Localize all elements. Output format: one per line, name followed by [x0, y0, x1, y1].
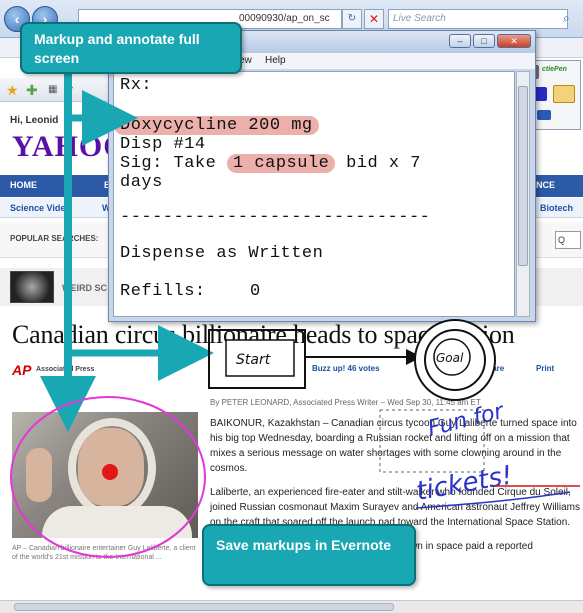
weird-science-thumbnail[interactable]: [10, 271, 54, 303]
tabs-icon[interactable]: ▦: [48, 84, 57, 95]
article-headline: Canadian circus billionaire heads to spa…: [12, 320, 515, 349]
nav-home[interactable]: HOME: [10, 180, 37, 190]
yahoo-search-input[interactable]: Q: [555, 231, 581, 249]
popular-searches-label: POPULAR SEARCHES:: [10, 234, 99, 243]
weird-science-label[interactable]: WEIRD SC: [62, 283, 107, 293]
pen-brand-label: ctiePen: [542, 66, 567, 73]
rx-drug-line: Doxycycline 200 mg: [114, 116, 319, 135]
tab-list-icon[interactable]: ▾: [68, 84, 73, 95]
eraser-icon[interactable]: [553, 85, 575, 103]
rx-dispense-line: Dispense as Written: [120, 244, 324, 263]
close-icon[interactable]: ✕: [497, 34, 531, 48]
menu-help[interactable]: Help: [265, 55, 286, 66]
sig-highlight: 1 capsule: [227, 154, 336, 173]
greeting-text: Hi, Leonid: [10, 115, 59, 126]
maximize-icon[interactable]: □: [473, 34, 495, 48]
ap-source-label: Associated Press: [36, 366, 95, 373]
callout-markup: Markup and annotate full screen: [20, 22, 242, 74]
goal-label: Goal: [436, 351, 464, 365]
rx-sig-line2: days: [120, 173, 163, 192]
photo-caption: AP – Canadian billionaire entertainer Gu…: [12, 545, 196, 561]
share-button[interactable]: Share: [482, 364, 504, 373]
browser-toolbar: ★ ✚ ▦ ▾: [0, 78, 120, 102]
line-heavy-icon[interactable]: [537, 110, 551, 120]
rx-sig-line: Sig: Take 1 capsule bid x 7: [120, 154, 421, 173]
rx-divider: -----------------------------: [120, 208, 431, 227]
sig-suffix: bid x 7: [346, 154, 421, 173]
minimize-icon[interactable]: –: [449, 34, 471, 48]
article-photo[interactable]: [12, 412, 198, 538]
article-paragraph: BAIKONUR, Kazakhstan – Canadian circus t…: [210, 418, 577, 474]
rx-refills-value: 0: [250, 282, 261, 301]
rx-label: Rx:: [120, 76, 153, 95]
nav-science[interactable]: NCE: [536, 180, 555, 190]
rx-vertical-scrollbar[interactable]: [516, 71, 530, 317]
stop-icon[interactable]: ✕: [364, 9, 384, 29]
sub-nav-biotech[interactable]: Biotech: [540, 203, 573, 213]
clown-nose-shape: [102, 464, 118, 480]
spacesuit-shape: [42, 506, 192, 538]
favorites-star-icon[interactable]: ★: [6, 82, 19, 99]
refresh-icon[interactable]: ↻: [342, 9, 362, 29]
rx-scrollbar-thumb[interactable]: [518, 86, 528, 266]
start-label: Start: [236, 352, 271, 368]
sig-prefix: Sig: Take: [120, 154, 217, 173]
print-button[interactable]: Print: [536, 364, 554, 373]
scrollbar-thumb[interactable]: [14, 603, 394, 611]
rx-text-area[interactable]: Rx: Doxycycline 200 mg Disp #14 Sig: Tak…: [113, 71, 515, 317]
rx-refills-label: Refills:: [120, 282, 206, 301]
drug-highlight: Doxycycline 200 mg: [114, 116, 319, 135]
nav-u[interactable]: U: [66, 180, 73, 190]
buzz-up-button[interactable]: Buzz up! 46 votes: [312, 364, 380, 373]
article-byline: By PETER LEONARD, Associated Press Write…: [210, 398, 481, 407]
search-input[interactable]: Live Search: [388, 9, 568, 29]
sub-nav-science-video[interactable]: Science Video: [10, 203, 71, 213]
rx-disp-line: Disp #14: [120, 135, 206, 154]
add-favorite-icon[interactable]: ✚: [26, 82, 38, 99]
horizontal-scrollbar[interactable]: [0, 600, 583, 613]
ap-logo: AP: [12, 362, 32, 378]
callout-evernote: Save markups in Evernote: [202, 524, 416, 586]
search-icon[interactable]: ⌕: [563, 11, 570, 26]
peace-sign-hand-shape: [26, 448, 52, 502]
